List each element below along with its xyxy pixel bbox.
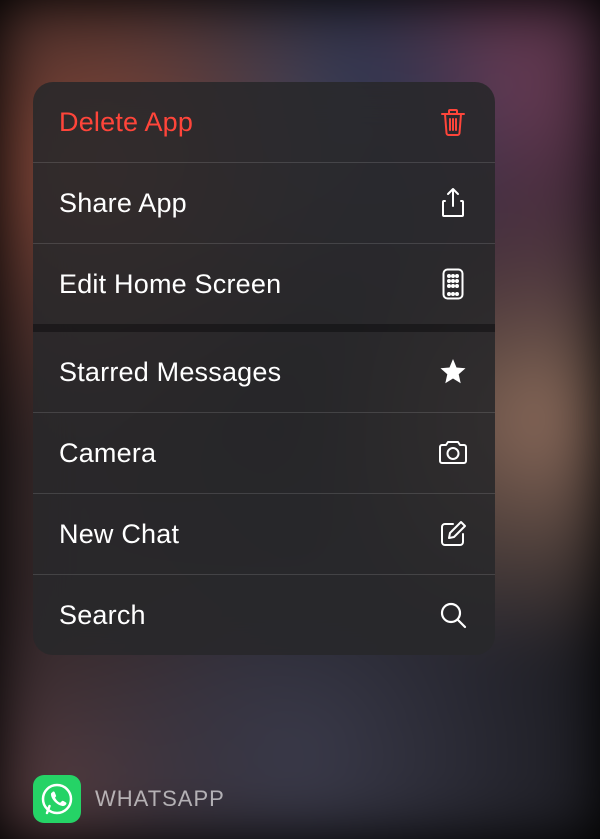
menu-label: Search [59,600,146,631]
app-label-row[interactable]: WHATSAPP [33,775,225,823]
trash-icon [437,106,469,138]
menu-item-delete-app[interactable]: Delete App [33,82,495,163]
menu-item-starred-messages[interactable]: Starred Messages [33,332,495,413]
menu-item-camera[interactable]: Camera [33,413,495,494]
share-icon [437,187,469,219]
camera-icon [437,437,469,469]
menu-label: New Chat [59,519,179,550]
menu-label: Camera [59,438,156,469]
menu-group-system: Delete App Share App Edit Home Screen [33,82,495,324]
menu-item-new-chat[interactable]: New Chat [33,494,495,575]
whatsapp-app-icon [33,775,81,823]
context-menu: Delete App Share App Edit Home Screen [33,82,495,655]
menu-label: Delete App [59,107,193,138]
app-name-label: WHATSAPP [95,786,225,812]
menu-item-edit-home-screen[interactable]: Edit Home Screen [33,244,495,324]
apps-grid-icon [437,268,469,300]
compose-icon [437,518,469,550]
menu-label: Edit Home Screen [59,269,281,300]
star-icon [437,356,469,388]
search-icon [437,599,469,631]
menu-item-search[interactable]: Search [33,575,495,655]
menu-label: Starred Messages [59,357,281,388]
menu-item-share-app[interactable]: Share App [33,163,495,244]
menu-group-app-actions: Starred Messages Camera New Chat [33,324,495,655]
menu-label: Share App [59,188,187,219]
